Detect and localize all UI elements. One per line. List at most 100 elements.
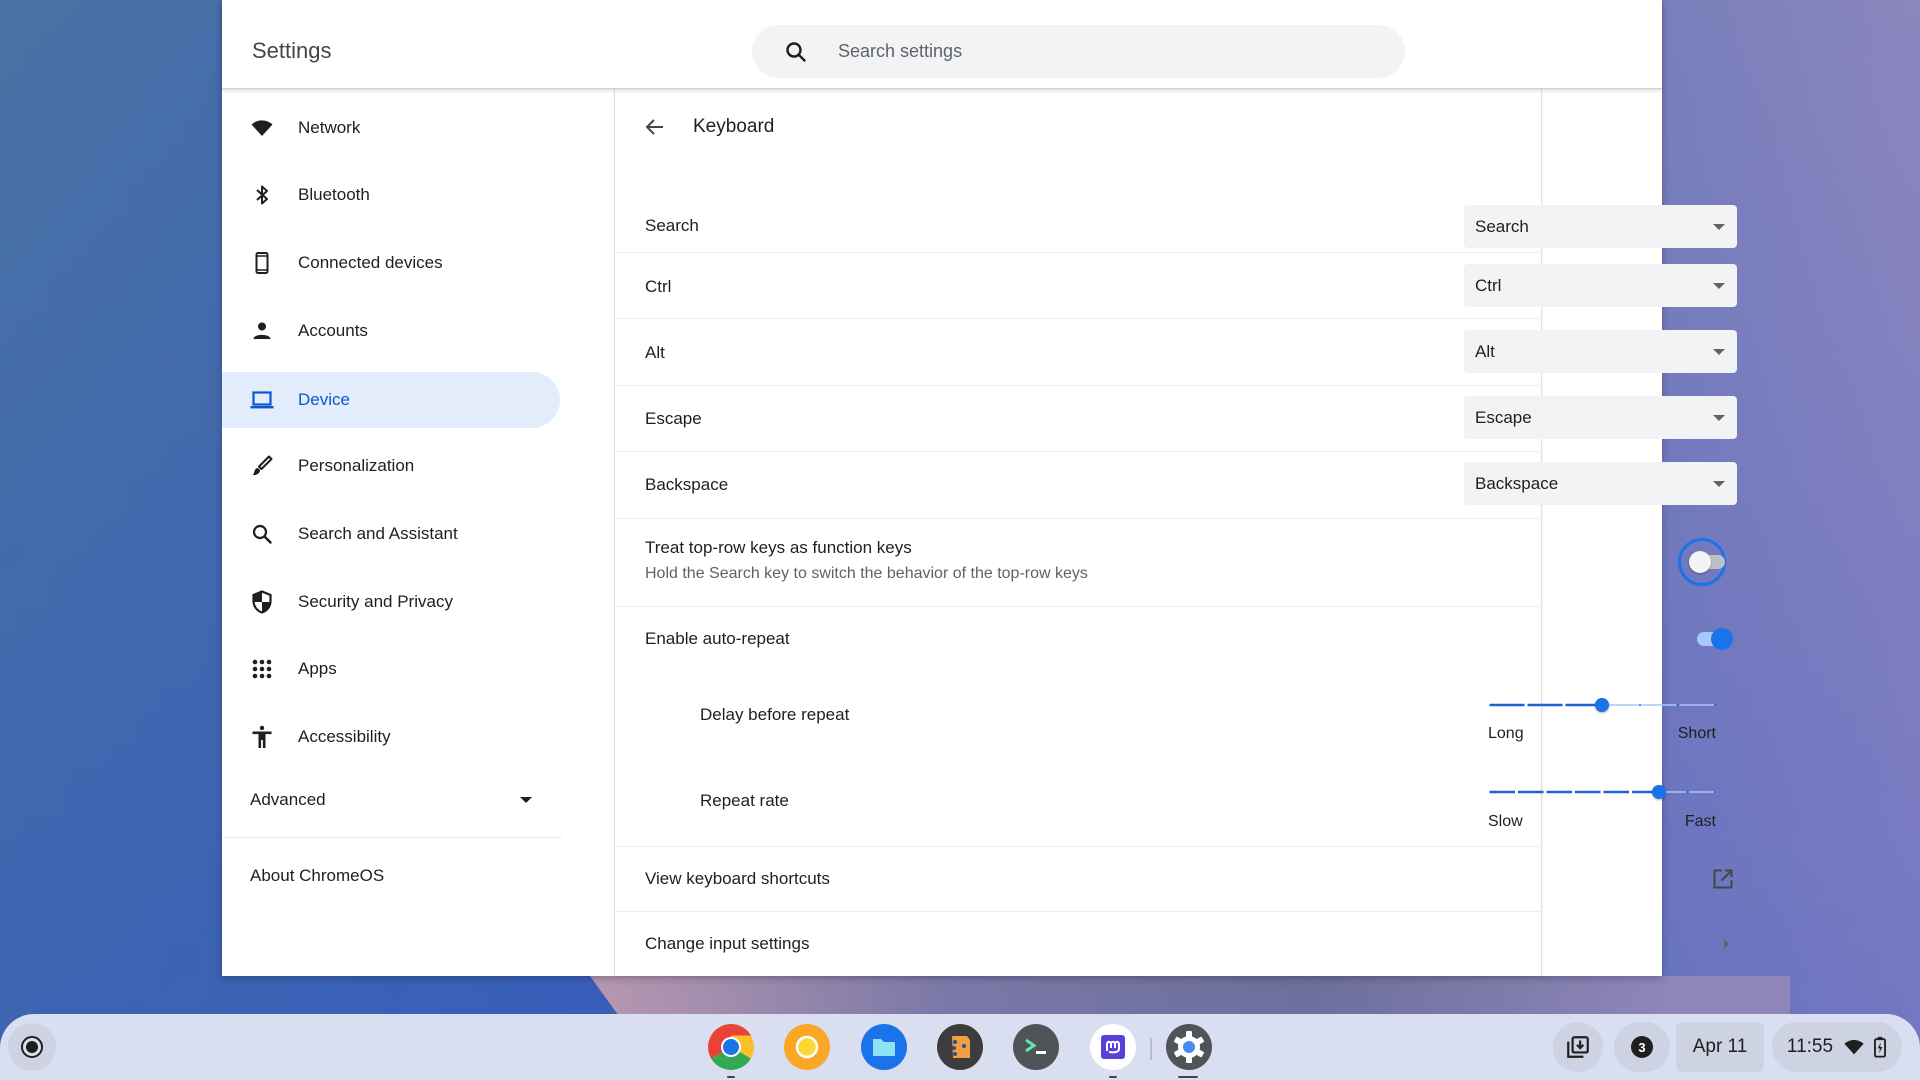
bluetooth-icon (256, 185, 268, 205)
accessibility-icon (252, 725, 272, 748)
sidebar-item-security-and-privacy[interactable]: Security and Privacy (222, 574, 560, 630)
remap-dropdown-ctrl[interactable]: Ctrl (1464, 264, 1737, 307)
date-tray[interactable]: Apr 11 (1676, 1022, 1764, 1072)
function-keys-row: Treat top-row keys as function keys Hold… (615, 519, 1726, 607)
sidebar-item-accounts[interactable]: Accounts (222, 303, 560, 359)
slider-thumb[interactable] (1652, 785, 1666, 799)
sidebar-item-device[interactable]: Device (222, 372, 560, 428)
dropdown-arrow-icon (1713, 481, 1725, 487)
launcher-button[interactable] (8, 1023, 56, 1071)
sidebar-item-personalization[interactable]: Personalization (222, 438, 560, 494)
sidebar: Network Bluetooth Connected devices Acco… (222, 89, 614, 976)
remap-row-backspace: Backspace Backspace (615, 452, 1737, 519)
hand-app-icon (937, 1024, 983, 1070)
remap-label: Escape (645, 409, 702, 428)
sidebar-item-label: Accessibility (298, 727, 391, 746)
keyboard-settings-card: Keyboard Search Search Ctrl Ctrl Alt Alt… (614, 89, 1737, 976)
remap-row-ctrl: Ctrl Ctrl (615, 253, 1737, 319)
chevron-down-icon (520, 797, 532, 803)
remap-dropdown-search[interactable]: Search (1464, 205, 1737, 248)
shelf-app-mastodon[interactable] (1090, 1024, 1136, 1070)
auto-repeat-toggle[interactable] (1697, 628, 1733, 650)
remap-dropdown-alt[interactable]: Alt (1464, 330, 1737, 373)
dropdown-arrow-icon (1713, 349, 1725, 355)
shelf-app-files[interactable] (861, 1024, 907, 1070)
settings-gear-icon (1166, 1024, 1212, 1070)
remap-row-search: Search Search (615, 197, 1737, 253)
date-text: Apr 11 (1692, 1036, 1748, 1057)
launcher-dot-icon (26, 1041, 38, 1053)
slider-track (1489, 790, 1716, 794)
wifi-status-icon (1844, 1040, 1864, 1055)
search-settings-box[interactable] (752, 25, 1405, 78)
delay-max-label: Short (1677, 725, 1716, 742)
shelf-app-terminal[interactable] (1013, 1024, 1059, 1070)
sidebar-item-label: Apps (298, 659, 337, 678)
terminal-icon (1013, 1024, 1059, 1070)
sidebar-item-network[interactable]: Network (222, 100, 560, 156)
sidebar-item-bluetooth[interactable]: Bluetooth (222, 167, 560, 223)
sidebar-item-search-and-assistant[interactable]: Search and Assistant (222, 506, 560, 562)
open-in-new-icon (1713, 869, 1733, 889)
dropdown-value: Escape (1475, 408, 1532, 427)
holding-space-button[interactable] (1553, 1022, 1603, 1072)
toggle-knob (1689, 551, 1711, 573)
shelf-app-hand[interactable] (937, 1024, 983, 1070)
search-settings-input[interactable] (838, 25, 1358, 78)
slider-tick (1639, 704, 1641, 706)
advanced-toggle[interactable]: Advanced (222, 775, 562, 825)
sidebar-item-label: Personalization (298, 456, 415, 475)
sidebar-item-label: Bluetooth (298, 185, 370, 204)
change-input-settings-row[interactable]: Change input settings (615, 912, 1729, 976)
search-icon (252, 524, 272, 544)
sidebar-divider (222, 837, 562, 838)
shelf-app-chrome[interactable] (708, 1024, 754, 1070)
wifi-icon (251, 120, 273, 136)
dropdown-arrow-icon (1713, 283, 1725, 289)
rate-slider[interactable] (1488, 782, 1716, 802)
about-chromeos-link[interactable]: About ChromeOS (250, 866, 384, 886)
chrome-icon (708, 1024, 754, 1070)
toggle-knob (1711, 628, 1733, 650)
delay-label: Delay before repeat (700, 705, 850, 724)
notification-center-button[interactable]: 3 (1614, 1022, 1670, 1072)
sidebar-item-label: Accounts (298, 321, 368, 340)
person-icon (253, 322, 271, 339)
delay-min-label: Long (1488, 725, 1524, 742)
slider-thumb[interactable] (1595, 698, 1609, 712)
running-indicator (1109, 1076, 1117, 1078)
remap-label: Backspace (645, 475, 729, 494)
sidebar-item-label: Device (298, 390, 350, 409)
sidebar-item-label: Network (298, 118, 361, 137)
remap-dropdown-escape[interactable]: Escape (1464, 396, 1737, 439)
delay-slider[interactable] (1488, 695, 1716, 715)
sidebar-item-accessibility[interactable]: Accessibility (222, 709, 560, 765)
view-shortcuts-row[interactable]: View keyboard shortcuts (615, 847, 1733, 912)
settings-header: Settings (222, 0, 1662, 89)
sidebar-item-connected-devices[interactable]: Connected devices (222, 235, 560, 291)
shelf-app-settings[interactable] (1166, 1024, 1212, 1070)
function-keys-label: Treat top-row keys as function keys (645, 538, 912, 557)
remap-dropdown-backspace[interactable]: Backspace (1464, 462, 1737, 505)
status-area[interactable]: 11:55 (1772, 1022, 1902, 1072)
auto-repeat-section: Enable auto-repeat Delay before repeat L… (615, 607, 1733, 847)
brush-icon (252, 455, 273, 476)
running-indicator (727, 1076, 735, 1078)
sidebar-item-label: Search and Assistant (298, 524, 458, 543)
settings-window: Settings Network Bluetooth Connected dev… (222, 0, 1737, 976)
apps-grid-icon (252, 659, 272, 679)
files-icon (861, 1024, 907, 1070)
shelf-app-chrome-canary[interactable] (784, 1024, 830, 1070)
sidebar-item-label: Security and Privacy (298, 592, 453, 611)
notification-count-badge: 3 (1631, 1036, 1653, 1058)
active-indicator (1178, 1076, 1198, 1078)
back-arrow-icon[interactable] (643, 115, 667, 139)
shelf: 3 Apr 11 11:55 (0, 1014, 1920, 1080)
function-keys-toggle[interactable] (1689, 551, 1725, 573)
sidebar-item-apps[interactable]: Apps (222, 641, 560, 697)
slider-tick (1714, 704, 1716, 706)
dropdown-value: Alt (1475, 342, 1495, 361)
sidebar-item-label: Connected devices (298, 253, 443, 272)
remap-label: Alt (645, 343, 665, 362)
auto-repeat-label: Enable auto-repeat (645, 629, 790, 648)
